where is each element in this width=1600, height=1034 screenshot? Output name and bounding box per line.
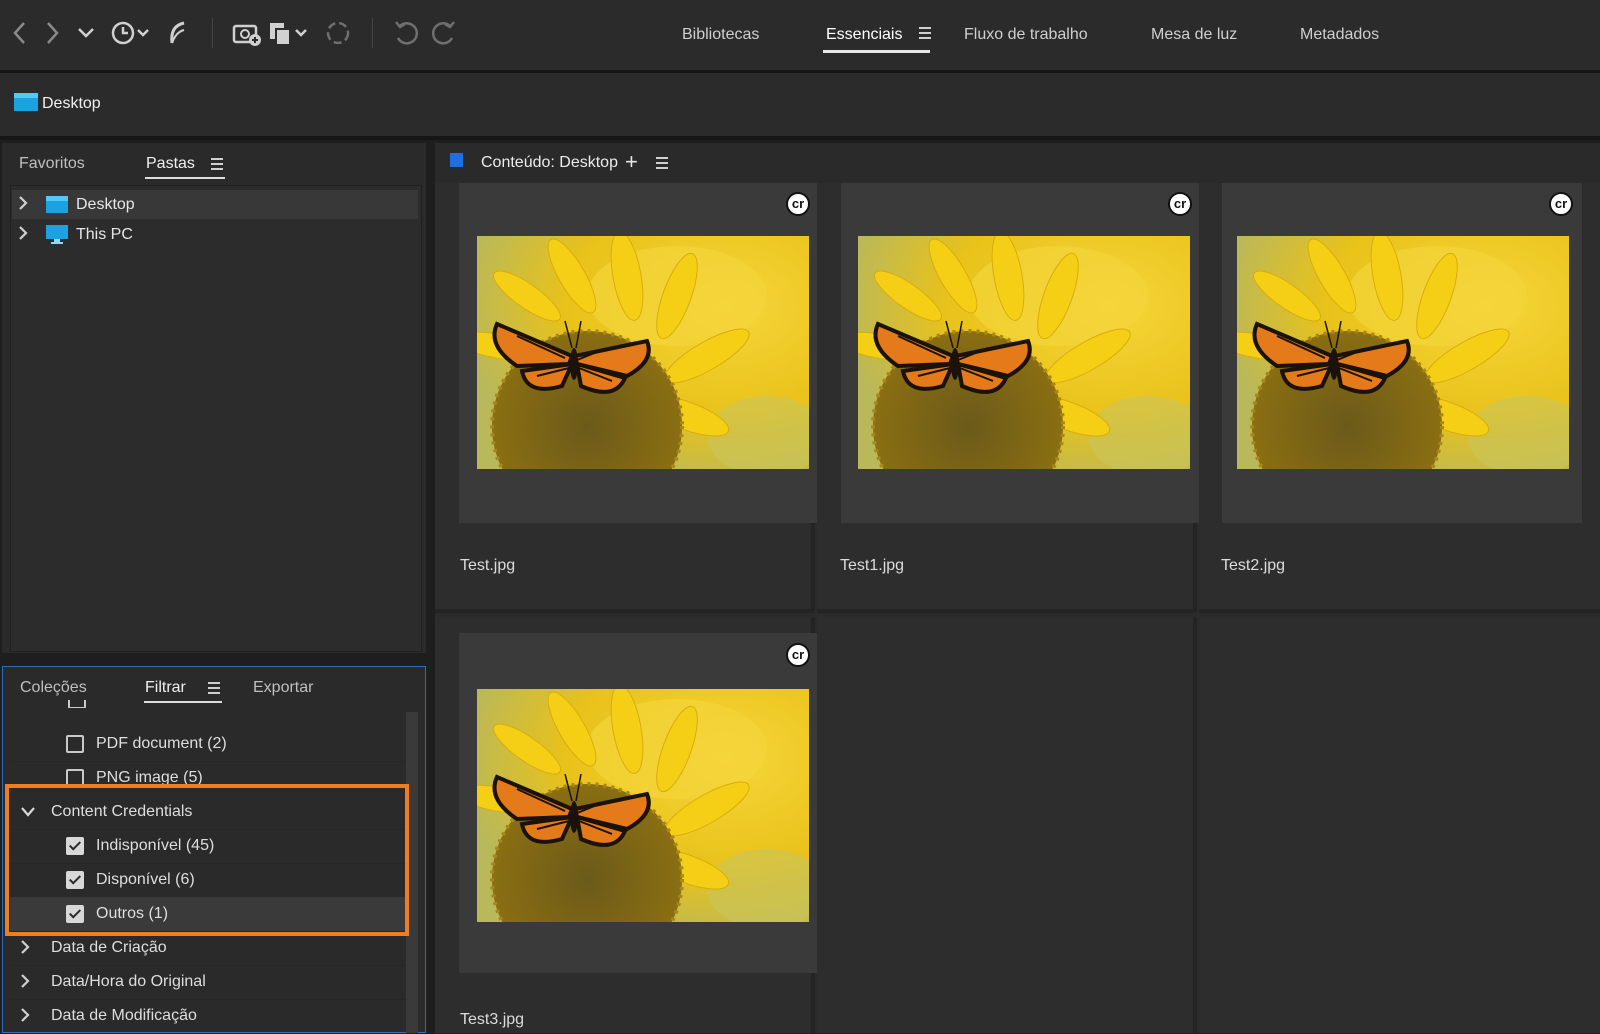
filter-row-png-image[interactable]: PNG image (5) — [10, 761, 410, 785]
content-credentials-badge-icon: cr — [786, 192, 810, 216]
top-toolbar: Bibliotecas Essenciais Fluxo de trabalho… — [0, 0, 1600, 73]
camera-import-icon[interactable] — [232, 18, 262, 53]
tab-colecoes[interactable]: Coleções — [20, 679, 87, 697]
filter-group-data-hora-do-original[interactable]: Data/Hora do Original — [10, 965, 410, 1000]
content-credentials-badge-icon: cr — [786, 643, 810, 667]
chevron-right-icon[interactable] — [20, 939, 30, 960]
workspace-tab-mesa-de-luz[interactable]: Mesa de luz — [1151, 26, 1237, 44]
thumbnail-image — [477, 689, 809, 922]
chevron-right-icon[interactable] — [18, 195, 28, 216]
desktop-folder-icon — [14, 93, 38, 111]
dropdown-chevron-icon[interactable] — [76, 18, 96, 53]
add-icon[interactable]: + — [625, 149, 638, 175]
workspace-tab-essenciais[interactable]: Essenciais — [826, 26, 902, 44]
tab-exportar[interactable]: Exportar — [253, 679, 313, 697]
recent-history-icon[interactable] — [110, 18, 152, 53]
file-name: Test3.jpg — [460, 1011, 525, 1028]
path-bar: Desktop — [0, 73, 1600, 140]
tab-favoritos[interactable]: Favoritos — [19, 155, 85, 173]
filter-group-data-de-criacao[interactable]: Data de Criação — [10, 931, 410, 966]
chevron-right-icon[interactable] — [18, 225, 28, 246]
filter-panel-menu-icon[interactable] — [207, 681, 221, 700]
computer-icon — [46, 225, 68, 244]
thumbnail-image — [858, 236, 1190, 469]
rotate-right-icon[interactable] — [428, 18, 458, 53]
refine-icon[interactable] — [324, 18, 354, 53]
tab-pastas-underline — [145, 177, 225, 179]
filter-group-label: Data/Hora do Original — [51, 973, 206, 990]
empty-grid-cell — [817, 617, 1197, 1033]
checkbox[interactable] — [68, 700, 86, 708]
tree-item-label: This PC — [76, 226, 133, 243]
workspace-tab-metadados[interactable]: Metadados — [1300, 26, 1379, 44]
content-title: Conteúdo: Desktop — [481, 154, 618, 171]
tree-item-this-pc[interactable]: This PC — [12, 220, 418, 249]
tree-item-desktop[interactable]: Desktop — [12, 190, 418, 219]
filter-label: PDF document (2) — [96, 735, 227, 752]
thumbnail-image — [1237, 236, 1569, 469]
filter-row-clipped — [12, 700, 406, 708]
checkbox-pdf-document[interactable] — [66, 735, 84, 753]
folders-panel-menu-icon[interactable] — [210, 157, 224, 176]
desktop-folder-icon — [46, 196, 68, 213]
rotate-left-icon[interactable] — [392, 18, 422, 53]
workspace-tab-fluxo-de-trabalho[interactable]: Fluxo de trabalho — [964, 26, 1088, 44]
thumbnail-cell[interactable]: cr Test3.jpg — [435, 617, 819, 1033]
workspace-menu-icon[interactable] — [918, 26, 932, 45]
chevron-right-icon[interactable] — [20, 973, 30, 994]
back-icon[interactable] — [10, 18, 30, 53]
tab-pastas[interactable]: Pastas — [146, 155, 195, 173]
content-menu-icon[interactable] — [655, 156, 669, 175]
chevron-right-icon[interactable] — [20, 1007, 30, 1028]
file-name: Test.jpg — [460, 557, 516, 574]
copy-dropdown-icon[interactable] — [268, 18, 310, 53]
workspace-active-underline — [823, 50, 930, 53]
filter-row-pdf-document[interactable]: PDF document (2) — [10, 727, 410, 762]
thumbnail-cell[interactable]: cr Test.jpg — [435, 183, 819, 613]
file-name: Test2.jpg — [1221, 557, 1286, 574]
filter-group-label: Data de Modificação — [51, 1007, 197, 1024]
tree-item-label: Desktop — [76, 196, 135, 213]
content-header: Conteúdo: Desktop + — [435, 143, 1600, 183]
thumbnail-cell[interactable]: cr Test1.jpg — [817, 183, 1201, 613]
path-breadcrumb-desktop[interactable]: Desktop — [42, 95, 101, 113]
thumbnail-cell[interactable]: cr Test2.jpg — [1199, 183, 1600, 613]
filter-group-label: Data de Criação — [51, 939, 167, 956]
empty-grid-cell — [1199, 617, 1600, 1033]
content-credentials-highlight — [5, 784, 409, 936]
folders-tree — [10, 185, 422, 652]
toolbar-separator — [372, 18, 373, 48]
forward-icon[interactable] — [42, 18, 62, 53]
checkbox-png-image[interactable] — [66, 769, 84, 785]
filter-group-data-de-modificacao[interactable]: Data de Modificação — [10, 999, 410, 1034]
content-credentials-badge-icon: cr — [1549, 192, 1573, 216]
boomerang-icon[interactable] — [166, 18, 190, 53]
thumbnail-image — [477, 236, 809, 469]
toolbar-separator — [212, 18, 213, 48]
filter-label: PNG image (5) — [96, 769, 203, 785]
content-credentials-badge-icon: cr — [1168, 192, 1192, 216]
file-name: Test1.jpg — [840, 557, 905, 574]
content-color-square-icon — [450, 153, 463, 167]
tab-filtrar[interactable]: Filtrar — [145, 679, 186, 697]
workspace-tab-bibliotecas[interactable]: Bibliotecas — [682, 26, 759, 44]
